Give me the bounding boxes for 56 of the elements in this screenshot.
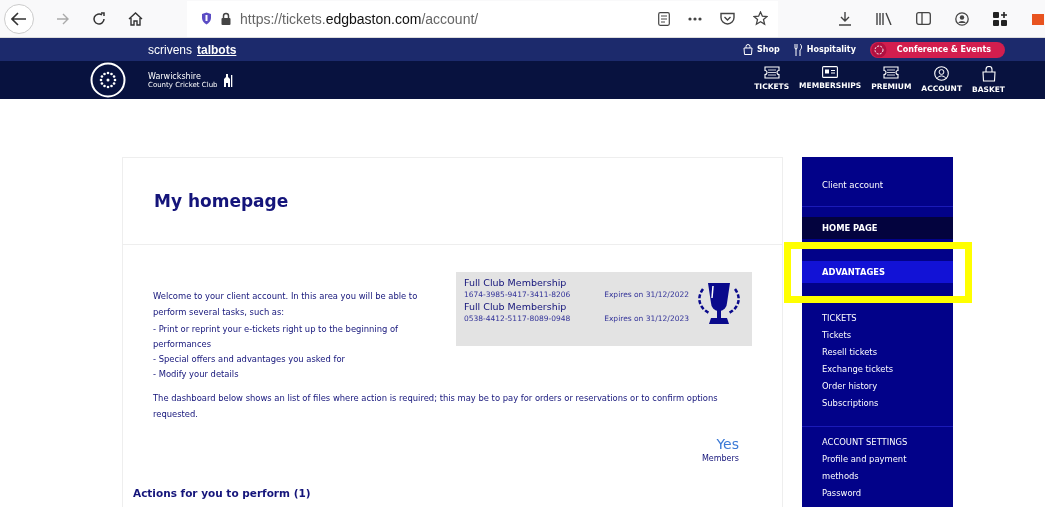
shield-icon — [201, 12, 213, 25]
back-arrow-icon — [11, 11, 27, 26]
cutlery-icon — [793, 43, 803, 56]
download-icon[interactable] — [838, 11, 852, 26]
club-name[interactable]: Warwickshire — [148, 71, 218, 81]
lock-icon — [221, 12, 232, 25]
sidebar-tab[interactable]: ADVANTAGES — [802, 261, 953, 283]
bag-icon — [981, 66, 996, 82]
home-button[interactable] — [128, 11, 143, 26]
sidebar-heading: ACCOUNT SETTINGS — [822, 437, 909, 447]
sidebar-link[interactable]: Tickets — [822, 327, 933, 344]
extensions-icon[interactable] — [993, 11, 1007, 26]
task-item: - Special offers and advantages you asked for — [153, 353, 346, 366]
sponsor-logo[interactable]: talbots — [197, 42, 237, 57]
dashboard-note: The dashboard below shows an list of files where action is required; this may be to pay for orders or reservations or to confirm options requested. — [153, 392, 719, 421]
ticket-icon — [883, 66, 900, 79]
sidebar-tab[interactable]: HOME PAGE — [802, 217, 953, 239]
sponsor-logo[interactable]: scrivens — [148, 42, 192, 57]
intro-text: Welcome to your client account. In this area you will be able to perform several tasks, such as: — [153, 290, 419, 319]
page-title: My homepage — [154, 191, 289, 211]
section-heading: Actions for you to perform (1) — [133, 487, 312, 499]
top-link[interactable]: Conference & Events — [869, 41, 1005, 58]
member-status-label: Members — [701, 454, 739, 463]
card-icon — [822, 66, 839, 78]
top-link[interactable]: Shop — [743, 44, 780, 55]
address-bar[interactable]: https://tickets.edgbaston.com/account/ — [187, 0, 778, 37]
task-item: - Print or reprint your e-tickets right up to the beginning of performances — [153, 323, 399, 351]
sidebar-title: Client account — [821, 179, 885, 192]
more-icon[interactable] — [688, 16, 702, 21]
sidebar-link[interactable]: Resell tickets — [822, 344, 933, 361]
membership-name: Full Club Membership — [464, 301, 568, 312]
sidebar-link[interactable]: Order history — [822, 378, 933, 395]
library-icon[interactable] — [876, 12, 892, 25]
pocket-icon[interactable] — [720, 12, 735, 25]
reader-view-icon[interactable] — [658, 11, 670, 26]
account-icon[interactable] — [955, 11, 969, 26]
person-icon — [934, 66, 950, 81]
url-text: https://tickets.edgbaston.com/account/ — [240, 10, 480, 27]
membership-name: Full Club Membership — [464, 277, 568, 288]
bookmark-star-icon[interactable] — [753, 11, 768, 26]
sidebar-link[interactable]: Exchange tickets — [822, 361, 933, 378]
member-status-value: Yes — [716, 436, 739, 452]
sidebar-icon[interactable] — [916, 12, 931, 25]
reload-button[interactable] — [92, 11, 106, 26]
sidebar-link[interactable]: Subscriptions — [822, 395, 933, 412]
globe-icon — [870, 41, 887, 58]
extension-icon[interactable] — [1031, 11, 1045, 26]
sidebar-link[interactable]: Profile and payment methods — [822, 451, 933, 485]
sidebar-link[interactable]: Password — [822, 485, 933, 502]
sidebar-heading: TICKETS — [822, 313, 858, 323]
club-logo-icon[interactable] — [90, 62, 126, 98]
bag-icon — [743, 44, 753, 55]
ticket-icon — [763, 66, 780, 79]
back-button[interactable] — [4, 3, 34, 34]
task-item: - Modify your details — [153, 368, 240, 381]
top-link[interactable]: Hospitality — [793, 43, 856, 56]
